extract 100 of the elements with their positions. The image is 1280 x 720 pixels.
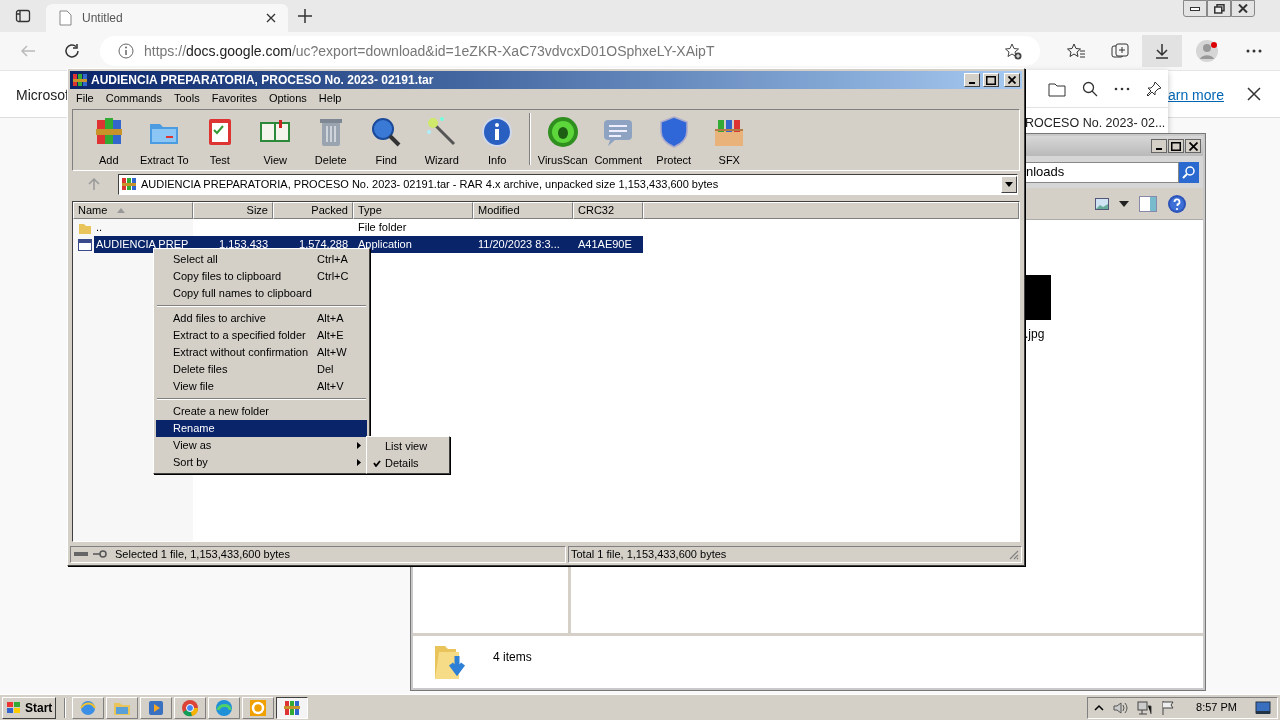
address-text: nloads — [1026, 163, 1065, 182]
minimize-icon — [1156, 148, 1162, 150]
window-control-button[interactable] — [1231, 0, 1255, 17]
toolbar-button[interactable]: Find — [358, 113, 414, 168]
menu-item[interactable]: Commands — [99, 89, 168, 107]
ring-square-icon — [248, 697, 269, 718]
toolbar-button[interactable]: Wizard — [414, 113, 470, 168]
file-name[interactable]: AUDIENCIA PREP — [94, 236, 191, 253]
resize-grip-icon — [1007, 548, 1019, 560]
menu-item[interactable]: Sort by — [156, 454, 367, 471]
menu-item[interactable]: Options — [262, 89, 313, 107]
browser-tab[interactable]: Untitled — [46, 4, 288, 32]
image-thumbnail[interactable] — [1025, 275, 1051, 320]
window-control-button[interactable] — [1185, 139, 1201, 153]
ring-icon — [180, 697, 201, 718]
folder-icon — [1048, 80, 1066, 97]
taskbar-button[interactable] — [276, 696, 309, 719]
swirl-icon — [214, 697, 235, 718]
toolbar-button[interactable]: Test — [192, 113, 248, 168]
toolbar-button[interactable]: Comment — [590, 113, 646, 168]
learn-more-link[interactable]: arn more — [1168, 85, 1225, 106]
window-control-button[interactable] — [1151, 139, 1167, 153]
menu-item[interactable]: Details — [368, 455, 448, 472]
column-header[interactable]: Modified — [473, 202, 573, 219]
back-arrow-icon — [19, 43, 37, 59]
status-text: Selected 1 file, 1,153,433,600 bytes — [115, 546, 290, 562]
table-cell-text: Application — [358, 237, 412, 253]
help-icon — [1167, 193, 1187, 214]
page-text: Microsof — [16, 86, 69, 105]
search-button[interactable] — [1179, 161, 1199, 183]
menu-item[interactable]: Tools — [168, 89, 206, 107]
submenu-arrow-icon — [357, 442, 361, 449]
address-field[interactable]: nloads — [1025, 161, 1179, 183]
close-icon — [266, 13, 276, 23]
menu-item[interactable]: View file Alt+V — [156, 378, 367, 395]
table-cell-text: A41AE90E — [578, 237, 632, 253]
toolbar-button[interactable]: Extract To — [136, 113, 192, 168]
menu-item[interactable]: View as — [156, 437, 367, 454]
close-icon — [1008, 76, 1016, 84]
menu-item[interactable]: Delete files Del — [156, 361, 367, 378]
menu-item[interactable]: Create a new folder — [156, 403, 367, 420]
toolbar-button[interactable]: Add — [81, 113, 137, 168]
menu-item[interactable]: File — [70, 89, 100, 107]
menu-item[interactable]: Add files to archive Alt+A — [156, 310, 367, 327]
downloads-button[interactable] — [1142, 35, 1182, 67]
close-icon — [1246, 86, 1262, 102]
menu-item[interactable]: Help — [312, 89, 348, 107]
minimize-icon — [1190, 6, 1200, 11]
path-field[interactable]: AUDIENCIA PREPARATORIA, PROCESO No. 2023- 02191.tar - RAR 4.x archive, unpacked size 1,153,433,600 bytes — [118, 173, 1018, 195]
maximize-icon — [1171, 141, 1181, 151]
close-icon — [1188, 141, 1198, 151]
clock[interactable]: 8:57 PM — [1196, 699, 1237, 716]
column-header[interactable]: Size — [193, 202, 273, 219]
caret-icon — [1119, 200, 1129, 207]
search-icon — [1082, 80, 1098, 97]
menu-item[interactable]: Extract to a specified folder Alt+E — [156, 327, 367, 344]
toolbar-button[interactable]: Protect — [646, 113, 702, 168]
flag-icon — [1160, 699, 1177, 716]
window-control-button[interactable] — [1207, 0, 1231, 17]
toolbar-button[interactable]: View — [247, 113, 303, 168]
menu-item[interactable]: Rename — [156, 420, 367, 437]
download-icon — [1153, 42, 1171, 60]
column-header[interactable]: CRC32 — [573, 202, 643, 219]
menu-item[interactable]: List view — [368, 438, 448, 455]
close-icon — [1238, 4, 1248, 13]
file-name[interactable]: .. — [94, 219, 105, 236]
dropdown-button[interactable] — [1001, 175, 1017, 193]
document-icon — [58, 10, 72, 26]
column-header[interactable]: Name — [73, 202, 193, 219]
toolbar-button[interactable]: Delete — [303, 113, 359, 168]
application-icon — [78, 238, 92, 251]
menu-item[interactable]: Copy full names to clipboard — [156, 285, 367, 302]
address-bar[interactable]: https://docs.google.com/uc?export=download&id=1eZKR-XaC73vdvcxD01OSphxeLY-XAipT — [100, 36, 1040, 66]
window-title: AUDIENCIA PREPARATORIA, PROCESO No. 2023- 02191.tar — [91, 72, 435, 89]
window-control-button[interactable] — [1168, 139, 1184, 153]
item-count: 4 items — [493, 649, 532, 666]
column-header[interactable]: Type — [353, 202, 473, 219]
more-icon — [1245, 48, 1263, 54]
column-header[interactable]: Packed — [273, 202, 353, 219]
toolbar-button[interactable]: VirusScan — [535, 113, 591, 168]
start-button[interactable]: Start — [2, 696, 57, 719]
books-icon — [121, 176, 137, 192]
menu-item[interactable]: Extract without confirmation Alt+W — [156, 344, 367, 361]
star-plus-icon — [1004, 42, 1022, 60]
more-icon — [1114, 86, 1130, 91]
windows-flag-icon — [6, 700, 22, 715]
table-cell-text: File folder — [358, 220, 407, 236]
download-item-text[interactable]: ROCESO No. 2023- 02... — [1025, 108, 1168, 133]
menu-item[interactable]: Favorites — [205, 89, 263, 107]
window-control-button[interactable] — [1183, 0, 1207, 17]
avatar-icon — [1195, 39, 1219, 63]
file-name[interactable]: .jpg — [1025, 325, 1045, 343]
toolbar-button[interactable]: SFX — [701, 113, 757, 168]
table-cell-text: 1,153,433 — [219, 237, 268, 253]
network-icon — [1136, 699, 1153, 716]
path-text: AUDIENCIA PREPARATORIA, PROCESO No. 2023- 02191.tar - RAR 4.x archive, unpacked size 1,153,433,600 bytes — [141, 176, 720, 192]
menu-item[interactable]: Copy files to clipboard Ctrl+C — [156, 268, 367, 285]
toolbar-button[interactable]: Info — [469, 113, 525, 168]
menu-item[interactable]: Select all Ctrl+A — [156, 251, 367, 268]
table-cell-text: 1,574,288 — [299, 237, 348, 253]
